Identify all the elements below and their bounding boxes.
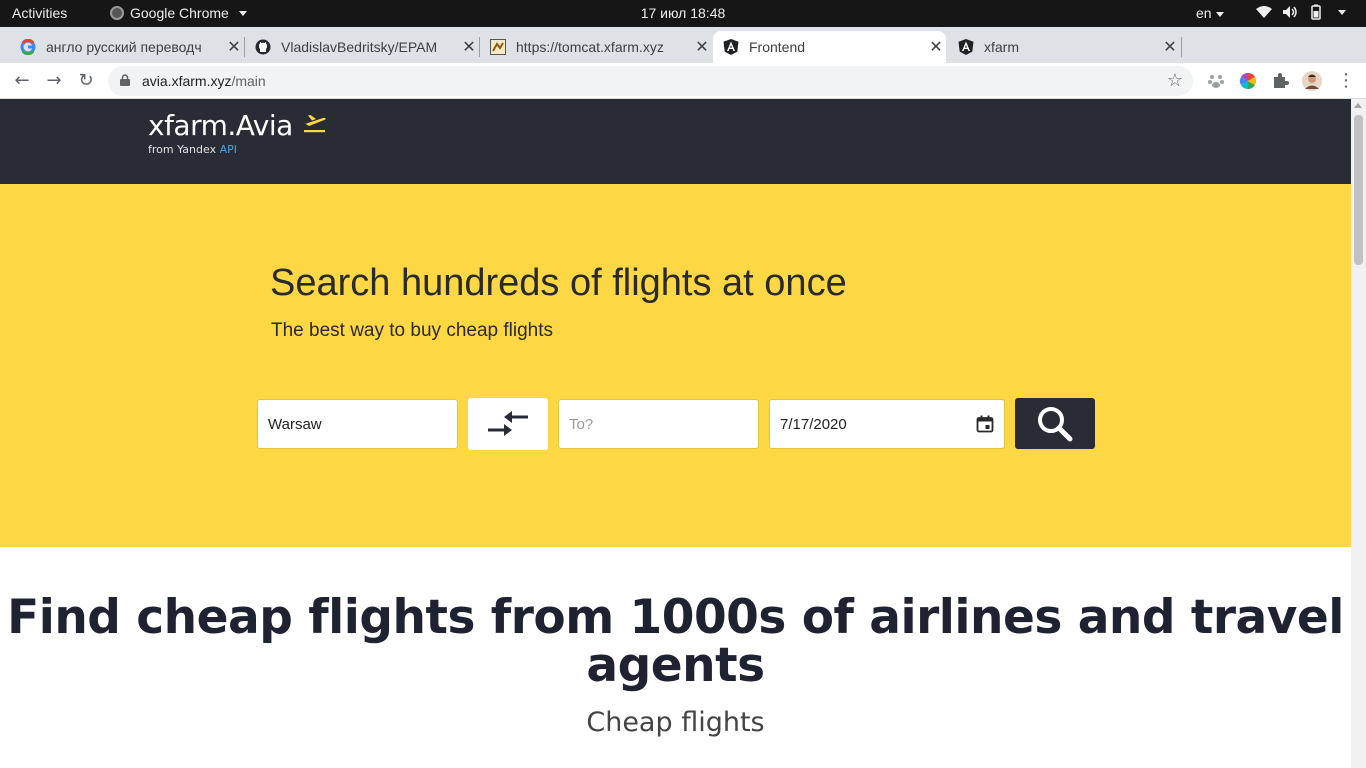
paw-extension-icon[interactable] — [1206, 71, 1226, 91]
api-link[interactable]: API — [220, 143, 237, 156]
from-field[interactable] — [257, 399, 458, 449]
search-icon — [1038, 406, 1073, 441]
app-menu[interactable]: Google Chrome — [110, 5, 247, 21]
angular-icon — [723, 39, 739, 55]
url-path: /main — [231, 73, 266, 89]
close-icon[interactable]: ✕ — [692, 37, 712, 57]
date-input[interactable] — [780, 415, 976, 433]
from-input[interactable] — [268, 415, 447, 433]
system-tray[interactable] — [1256, 4, 1346, 20]
scroll-up-arrow-icon[interactable] — [1354, 103, 1362, 108]
puzzle-extensions-icon[interactable] — [1270, 71, 1290, 91]
color-wheel-extension-icon[interactable] — [1238, 71, 1258, 91]
tab-title: англо русский переводч — [46, 39, 202, 55]
volume-icon — [1283, 6, 1297, 18]
tab-tomcat[interactable]: https://tomcat.xfarm.xyz ✕ — [480, 31, 712, 63]
brand-subtitle: from Yandex API — [148, 143, 237, 156]
section-subtitle: Cheap flights — [586, 707, 765, 738]
bookmark-star-icon[interactable]: ☆ — [1167, 70, 1183, 91]
activities-button[interactable]: Activities — [12, 5, 67, 21]
calendar-icon[interactable] — [976, 415, 994, 433]
hero-search-section: Search hundreds of flights at once The b… — [0, 184, 1351, 547]
lang-label: en — [1196, 5, 1212, 21]
tab-github[interactable]: VladislavBedritsky/EPAM ✕ — [245, 31, 479, 63]
section-title: Find cheap flights from 1000s of airline… — [7, 590, 1344, 693]
chrome-menu-button[interactable]: ⋮ — [1334, 69, 1358, 93]
page-viewport: xfarm.Avia from Yandex API Search hundre… — [0, 99, 1351, 768]
chrome-icon — [110, 6, 124, 20]
forward-button[interactable]: → — [42, 69, 66, 93]
gnome-top-bar: Activities Google Chrome 17 июл 18:48 en — [0, 0, 1366, 27]
tab-title: VladislavBedritsky/EPAM — [281, 39, 438, 55]
tab-strip: англо русский переводч ✕ VladislavBedrit… — [0, 27, 1366, 84]
page-scrollbar[interactable] — [1351, 99, 1366, 768]
swap-arrows-icon — [488, 411, 528, 436]
close-icon[interactable]: ✕ — [1160, 37, 1180, 57]
battery-icon — [1311, 4, 1321, 20]
browser-toolbar: ← → ↻ avia.xfarm.xyz/main ☆ ⋮ — [0, 63, 1366, 99]
swap-direction-button[interactable] — [468, 398, 548, 450]
keyboard-layout[interactable]: en — [1196, 5, 1224, 21]
tomcat-icon — [490, 39, 506, 55]
brand-logo[interactable]: xfarm.Avia — [148, 109, 293, 142]
hero-lead: The best way to buy cheap flights — [271, 320, 553, 341]
address-bar[interactable]: avia.xfarm.xyz/main ☆ — [108, 66, 1193, 96]
avatar[interactable] — [1302, 71, 1322, 91]
chevron-down-icon — [1215, 11, 1224, 17]
date-field[interactable] — [769, 399, 1005, 449]
search-button[interactable] — [1015, 398, 1095, 449]
url-text: avia.xfarm.xyz/main — [142, 73, 266, 89]
tab-separator — [1181, 37, 1182, 57]
to-field[interactable] — [558, 399, 759, 449]
tab-translate[interactable]: англо русский переводч ✕ — [10, 31, 244, 63]
app-name: Google Chrome — [130, 5, 229, 21]
to-input[interactable] — [569, 415, 748, 433]
back-button[interactable]: ← — [10, 69, 34, 93]
reload-button[interactable]: ↻ — [74, 69, 98, 93]
url-host: avia.xfarm.xyz — [142, 73, 232, 89]
tab-title: https://tomcat.xfarm.xyz — [516, 39, 664, 55]
close-icon[interactable]: ✕ — [926, 37, 946, 57]
tab-xfarm[interactable]: xfarm ✕ — [948, 31, 1180, 63]
site-header: xfarm.Avia from Yandex API — [0, 99, 1351, 184]
brand-sub-text: from Yandex — [148, 143, 220, 156]
angular-icon — [958, 39, 974, 55]
scrollbar-thumb[interactable] — [1354, 115, 1363, 265]
chevron-down-icon — [238, 10, 247, 16]
tab-frontend[interactable]: Frontend ✕ — [713, 31, 946, 63]
close-icon[interactable]: ✕ — [459, 37, 479, 57]
google-icon — [20, 39, 36, 55]
wifi-icon — [1256, 6, 1272, 18]
github-icon — [255, 39, 271, 55]
tab-title: xfarm — [984, 39, 1019, 55]
plane-takeoff-icon — [304, 115, 326, 133]
close-icon[interactable]: ✕ — [224, 37, 244, 57]
tab-title: Frontend — [749, 39, 806, 55]
lock-icon — [120, 74, 130, 86]
hero-title: Search hundreds of flights at once — [270, 262, 847, 304]
chevron-down-icon — [1338, 9, 1346, 15]
